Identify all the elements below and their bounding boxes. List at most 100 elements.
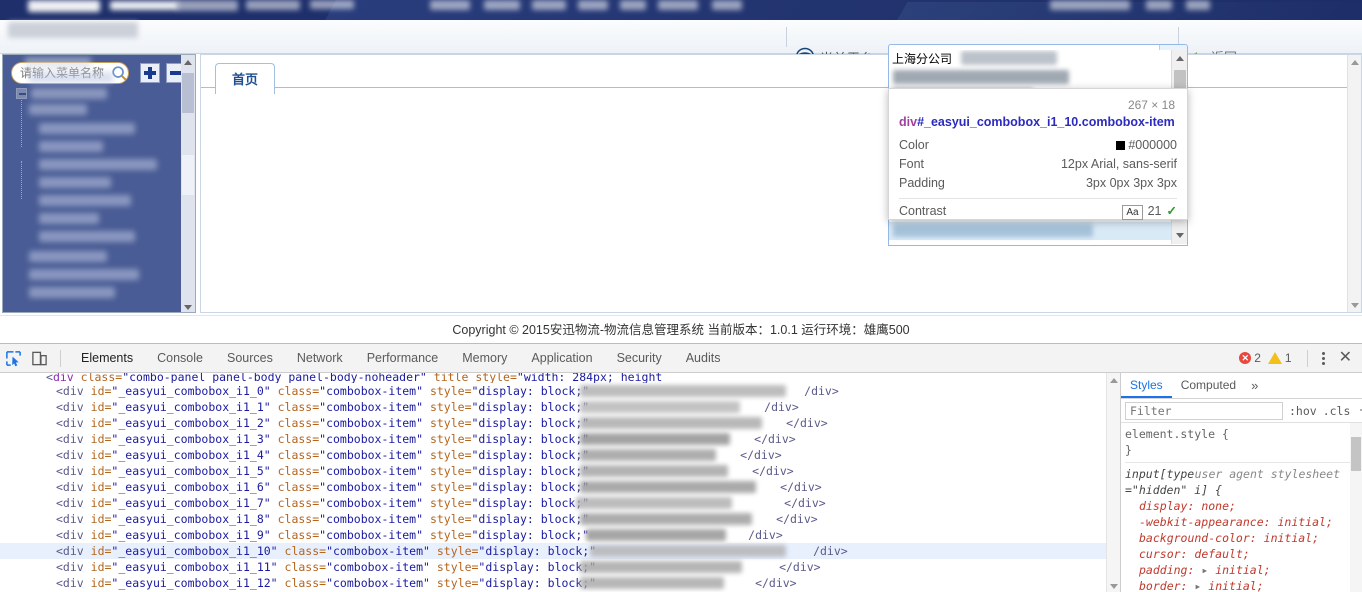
devtools-tab-console[interactable]: Console <box>145 344 215 372</box>
banner-nav-item[interactable] <box>1186 0 1210 10</box>
devtools-tab-sources[interactable]: Sources <box>215 344 285 372</box>
banner-nav-item[interactable] <box>578 0 608 10</box>
banner-nav-item[interactable] <box>484 0 520 10</box>
expand-triangle-icon[interactable]: ▸ <box>1194 563 1215 577</box>
declaration[interactable]: -webkit-appearance: initial; <box>1125 514 1362 530</box>
dom-line[interactable]: <div id="_easyui_combobox_i1_12" class="… <box>0 575 1106 591</box>
kebab-menu-icon[interactable] <box>1321 351 1325 365</box>
content-scrollbar[interactable] <box>1347 55 1361 312</box>
devtools-tab-audits[interactable]: Audits <box>674 344 733 372</box>
banner-nav-item[interactable] <box>430 0 470 10</box>
devtools-tab-memory[interactable]: Memory <box>450 344 519 372</box>
dom-line[interactable]: <div id="_easyui_combobox_i1_3" class="c… <box>0 431 1106 447</box>
menu-node[interactable] <box>29 72 113 83</box>
styles-ua-rule[interactable]: user agent stylesheet input[type ="hidde… <box>1125 462 1362 592</box>
dom-line[interactable]: <div id="_easyui_combobox_i1_9" class="c… <box>0 527 1106 543</box>
styles-element-rule[interactable]: element.style { } <box>1125 426 1362 458</box>
expand-triangle-icon[interactable]: ▸ <box>1187 579 1208 592</box>
menu-node[interactable] <box>29 287 115 298</box>
declaration[interactable]: border: ▸ initial; <box>1125 578 1362 592</box>
styles-more-tabs-icon[interactable]: » <box>1245 378 1264 393</box>
menu-node[interactable] <box>29 269 139 280</box>
styles-hov-toggle[interactable]: :hov <box>1289 404 1317 418</box>
styles-scrollbar[interactable] <box>1350 423 1362 592</box>
banner-nav-item[interactable] <box>658 0 698 10</box>
search-icon[interactable] <box>111 65 128 82</box>
scroll-down-icon[interactable] <box>1172 227 1187 244</box>
dom-line[interactable]: <div id="_easyui_combobox_i1_5" class="c… <box>0 463 1106 479</box>
styles-new-rule-button[interactable]: + <box>1356 402 1362 419</box>
device-toolbar-icon[interactable] <box>26 345 52 371</box>
menu-node[interactable] <box>39 195 131 206</box>
menu-node[interactable] <box>29 104 87 115</box>
banner-nav-item[interactable] <box>246 0 300 10</box>
scroll-up-icon[interactable] <box>181 55 195 69</box>
dom-line[interactable]: <div id="_easyui_combobox_i1_8" class="c… <box>0 511 1106 527</box>
banner-nav-item[interactable] <box>1146 0 1172 10</box>
sidebar-scroll-thumb[interactable] <box>182 73 194 113</box>
menu-node[interactable] <box>25 57 91 69</box>
devtools-tab-security[interactable]: Security <box>605 344 674 372</box>
dropdown-item[interactable] <box>889 68 1173 86</box>
scroll-up-icon[interactable] <box>1348 55 1362 69</box>
dom-line[interactable]: <div id="_easyui_combobox_i1_4" class="c… <box>0 447 1106 463</box>
tab-home-label: 首页 <box>232 72 259 87</box>
banner-nav-item[interactable] <box>712 0 742 10</box>
dom-line[interactable]: <div id="_easyui_combobox_i1_11" class="… <box>0 559 1106 575</box>
dropdown-item[interactable]: 上海分公司 <box>889 50 1173 68</box>
menu-node[interactable] <box>39 231 135 242</box>
menu-node[interactable] <box>31 88 107 99</box>
declaration[interactable]: display: none; <box>1125 498 1362 514</box>
banner-nav-item[interactable] <box>310 0 354 9</box>
dom-line[interactable]: <div id="_easyui_combobox_i1_2" class="c… <box>0 415 1106 431</box>
scroll-down-icon[interactable] <box>1348 298 1362 312</box>
styles-scroll-thumb[interactable] <box>1351 437 1361 471</box>
scroll-down-icon[interactable] <box>181 300 195 312</box>
styles-tab-styles[interactable]: Styles <box>1121 373 1172 398</box>
menu-node[interactable] <box>39 213 99 224</box>
scroll-up-icon[interactable] <box>1172 50 1187 67</box>
dom-tree-pane[interactable]: <div class="combo-panel panel-body panel… <box>0 373 1106 592</box>
dom-line-selected[interactable]: <div id="_easyui_combobox_i1_10" class="… <box>0 543 1106 559</box>
tree-collapse-toggle[interactable] <box>16 88 27 99</box>
banner-nav-item[interactable] <box>532 0 566 10</box>
banner-nav-item[interactable] <box>1050 0 1130 10</box>
error-count-badge[interactable]: ✕ 2 <box>1239 351 1261 365</box>
menu-node[interactable] <box>39 177 111 188</box>
declaration[interactable]: background-color: initial; <box>1125 530 1362 546</box>
dom-line[interactable]: <div id="_easyui_combobox_i1_6" class="c… <box>0 479 1106 495</box>
styles-filter-input[interactable] <box>1125 401 1283 420</box>
tab-home[interactable]: 首页 <box>215 63 276 94</box>
dom-line-clipped[interactable]: <div class="combo-panel panel-body panel… <box>0 373 1106 383</box>
sidebar-scroll-thumb-2[interactable] <box>182 155 194 195</box>
close-icon[interactable]: ✕ <box>1335 350 1356 366</box>
dropdown-item-selected[interactable] <box>889 222 1173 240</box>
devtools-tab-network[interactable]: Network <box>285 344 355 372</box>
inspect-element-icon[interactable] <box>0 345 26 371</box>
dom-line[interactable]: <div id="_easyui_combobox_i1_1" class="c… <box>0 399 1106 415</box>
dom-tree-scrollbar[interactable] <box>1106 373 1120 592</box>
banner-nav-item[interactable] <box>176 0 238 11</box>
scroll-down-icon[interactable] <box>1107 579 1121 592</box>
declaration[interactable]: padding: ▸ initial; <box>1125 562 1362 578</box>
menu-node[interactable] <box>39 123 135 134</box>
sidebar-scrollbar[interactable] <box>181 55 195 312</box>
devtools-tab-application[interactable]: Application <box>519 344 604 372</box>
tree-guide <box>21 91 22 147</box>
dom-line[interactable]: <div id="_easyui_combobox_i1_0" class="c… <box>0 383 1106 399</box>
scroll-up-icon[interactable] <box>1107 373 1121 387</box>
dom-line[interactable]: <div id="_easyui_combobox_i1_7" class="c… <box>0 495 1106 511</box>
styles-tab-computed[interactable]: Computed <box>1172 373 1245 398</box>
menu-node[interactable] <box>39 141 103 152</box>
banner-nav-item[interactable] <box>620 0 646 10</box>
declaration[interactable]: cursor: default; <box>1125 546 1362 562</box>
menu-node[interactable] <box>39 159 157 170</box>
inspect-tooltip-hash: # <box>917 115 925 129</box>
devtools-tab-elements[interactable]: Elements <box>69 344 145 372</box>
devtools-tab-performance[interactable]: Performance <box>355 344 451 372</box>
expand-all-button[interactable] <box>140 63 160 83</box>
styles-cls-toggle[interactable]: .cls <box>1323 404 1351 418</box>
tooltip-contrast-label: Contrast <box>899 204 947 218</box>
menu-node[interactable] <box>29 251 107 262</box>
warning-count-badge[interactable]: 1 <box>1267 351 1292 365</box>
